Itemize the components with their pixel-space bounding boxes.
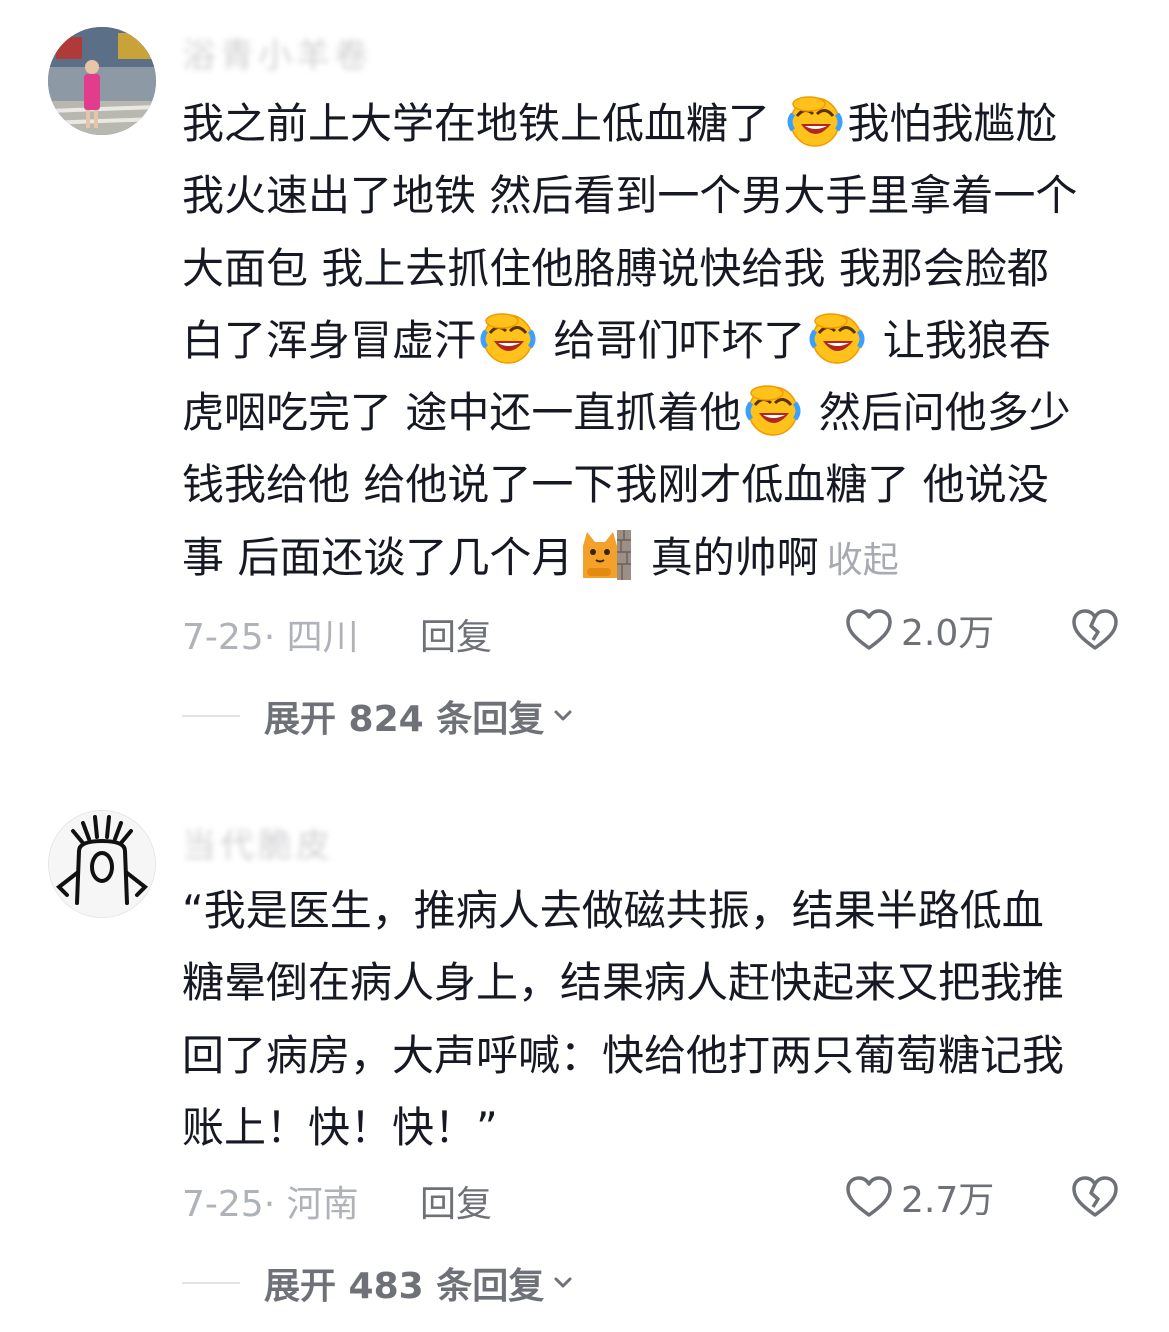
username[interactable]: 当代脆皮	[182, 818, 334, 867]
avatar[interactable]	[48, 27, 156, 135]
reply-button[interactable]: 回复	[420, 608, 492, 660]
divider	[182, 715, 240, 717]
comment-line: 钱我给他 给他说了一下我刚才低血糖了 他说没	[182, 460, 1049, 510]
comment-line: 事 后面还谈了几个月 真的帅啊 收起	[182, 522, 1132, 594]
comment-line: 虎咽吃完了 途中还一直抓着他 然后问他多少	[182, 377, 1132, 449]
divider	[182, 1282, 240, 1284]
comment-text: 我之前上大学在地铁上低血糖了 我怕我尴尬 我火速出了地铁 然后看到一个男大手里拿…	[182, 88, 1132, 594]
username[interactable]: 浴青小羊卷	[182, 28, 372, 77]
avatar-photo	[48, 27, 156, 135]
expand-replies-button[interactable]: 展开 483 条回复	[182, 1257, 576, 1309]
avatar[interactable]	[48, 810, 156, 918]
comment-line: 账上！快！快！”	[182, 1102, 498, 1152]
date-location: 7-25· 河南	[182, 1184, 359, 1225]
broken-heart-icon[interactable]	[1070, 1173, 1120, 1221]
heart-icon	[845, 606, 893, 654]
laugh-cry-emoji	[745, 381, 801, 437]
cat-wall-emoji	[577, 526, 633, 582]
like-count: 2.7万	[901, 1180, 995, 1221]
laugh-cry-emoji	[809, 309, 865, 365]
reply-button[interactable]: 回复	[420, 1175, 492, 1227]
broken-heart-icon[interactable]	[1070, 606, 1120, 654]
avatar-drawing	[49, 811, 155, 917]
comment-line: 回了病房，大声呼喊：快给他打两只葡萄糖记我	[182, 1030, 1065, 1080]
comment-line: 大面包 我上去抓住他胳膊说快给我 我那会脸都	[182, 243, 1049, 293]
expand-replies-label: 展开 483 条回复	[264, 1266, 545, 1307]
collapse-link[interactable]: 收起	[827, 540, 899, 581]
comment-text: “我是医生，推病人去做磁共振，结果半路低血 糖晕倒在病人身上，结果病人赶快起来又…	[182, 875, 1132, 1164]
comment-line: 糖晕倒在病人身上，结果病人赶快起来又把我推	[182, 958, 1065, 1008]
expand-replies-button[interactable]: 展开 824 条回复	[182, 690, 576, 742]
like-button[interactable]: 2.7万	[845, 1173, 1015, 1221]
comment-line: 我火速出了地铁 然后看到一个男大手里拿着一个	[182, 171, 1078, 221]
comment-line: 白了浑身冒虚汗 给哥们吓坏了 让我狼吞	[182, 305, 1132, 377]
chevron-down-icon	[550, 1270, 576, 1296]
comment-line: 我之前上大学在地铁上低血糖了 我怕我尴尬	[182, 88, 1132, 160]
comment-line: “我是医生，推病人去做磁共振，结果半路低血	[182, 886, 1044, 935]
chevron-down-icon	[550, 703, 576, 729]
heart-icon	[845, 1173, 893, 1221]
like-count: 2.0万	[901, 613, 995, 654]
like-button[interactable]: 2.0万	[845, 606, 1015, 654]
laugh-cry-emoji	[787, 92, 843, 148]
expand-replies-label: 展开 824 条回复	[264, 699, 545, 740]
date-location: 7-25· 四川	[182, 617, 359, 658]
laugh-cry-emoji	[480, 309, 536, 365]
